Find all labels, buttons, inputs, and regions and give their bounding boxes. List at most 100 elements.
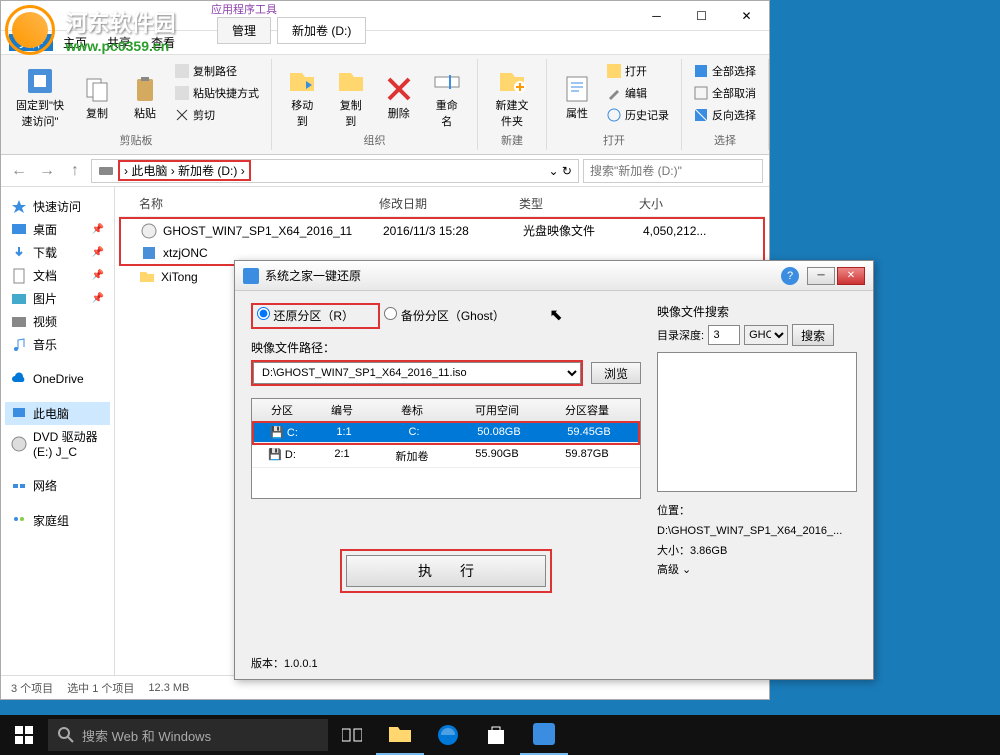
pin-button[interactable]: 固定到"快速访问" (9, 61, 71, 132)
ribbon: 固定到"快速访问" 复制 粘贴 复制路径 粘贴快捷方式 剪切 剪贴板 (1, 55, 769, 155)
path-icon (175, 64, 189, 78)
exe-icon (141, 245, 157, 261)
store-icon (485, 724, 507, 746)
selected-count: 选中 1 个项目 (67, 680, 134, 696)
document-icon (11, 268, 27, 284)
properties-button[interactable]: 属性 (555, 61, 599, 132)
backup-radio[interactable]: 备份分区（Ghost） (384, 309, 504, 323)
dialog-close-button[interactable]: ✕ (837, 267, 865, 285)
sidebar-network[interactable]: 网络 (5, 474, 110, 497)
select-none-button[interactable]: 全部取消 (690, 83, 760, 103)
rename-icon (431, 65, 463, 97)
taskbar-search[interactable]: 搜索 Web 和 Windows (48, 719, 328, 751)
col-date[interactable]: 修改日期 (379, 195, 519, 212)
move-icon (286, 65, 318, 97)
search-results-list[interactable] (657, 352, 857, 492)
copy-to-button[interactable]: 复制到 (329, 61, 374, 132)
search-icon (58, 727, 74, 743)
properties-icon (561, 73, 593, 105)
minimize-button[interactable]: ─ (634, 1, 679, 31)
folder-icon (139, 269, 155, 285)
browse-button[interactable]: 浏览 (591, 362, 641, 384)
ext-select[interactable]: GHO (744, 325, 788, 345)
dialog-minimize-button[interactable]: ─ (807, 267, 835, 285)
move-to-button[interactable]: 移动到 (280, 61, 325, 132)
cursor-icon: ⬉ (549, 307, 562, 324)
scissors-icon (175, 108, 189, 122)
paste-button[interactable]: 粘贴 (123, 61, 167, 132)
location-label: 位置： (657, 505, 690, 517)
task-view-button[interactable] (328, 715, 376, 755)
drive-icon: 💾 (270, 427, 284, 439)
size-label: 大小： (657, 545, 690, 557)
maximize-button[interactable]: ☐ (679, 1, 724, 31)
copy-button[interactable]: 复制 (75, 61, 119, 132)
partition-row-d[interactable]: 💾 D: 2:1 新加卷 55.90GB 59.87GB (252, 445, 640, 468)
depth-input[interactable] (708, 325, 740, 345)
manage-tab[interactable]: 管理 (217, 17, 271, 44)
select-all-button[interactable]: 全部选择 (690, 61, 760, 81)
open-icon (607, 64, 621, 78)
search-button[interactable]: 搜索 (792, 324, 834, 346)
forward-button[interactable]: → (35, 159, 59, 183)
rename-button[interactable]: 重命名 (425, 61, 470, 132)
edit-icon (607, 86, 621, 100)
delete-button[interactable]: 删除 (377, 61, 421, 132)
home-tab[interactable]: 主页 (53, 34, 97, 51)
breadcrumb[interactable]: › 此电脑 › 新加卷 (D:) › ⌄ ↻ (91, 159, 579, 183)
col-type[interactable]: 类型 (519, 195, 639, 212)
help-button[interactable]: ? (781, 267, 799, 285)
up-button[interactable]: ↑ (63, 159, 87, 183)
restore-radio[interactable]: 还原分区（R） (257, 309, 354, 323)
clipboard-group-label: 剪贴板 (9, 132, 263, 148)
invert-select-button[interactable]: 反向选择 (690, 105, 760, 125)
windows-icon (15, 726, 33, 744)
copy-path-button[interactable]: 复制路径 (171, 61, 263, 81)
execute-button[interactable]: 执 行 (346, 555, 546, 587)
sidebar-documents[interactable]: 文档📌 (5, 264, 110, 287)
image-path-combo[interactable]: D:\GHOST_WIN7_SP1_X64_2016_11.iso (253, 362, 581, 384)
partition-row-c[interactable]: 💾 C: 1:1 C: 50.08GB 59.45GB (254, 423, 638, 443)
sidebar-pictures[interactable]: 图片📌 (5, 287, 110, 310)
cut-button[interactable]: 剪切 (171, 105, 263, 125)
sidebar-onedrive[interactable]: OneDrive (5, 368, 110, 390)
file-menu[interactable]: 文件 (9, 34, 53, 51)
paste-icon (129, 73, 161, 105)
advanced-toggle[interactable]: 高级 ⌄ (657, 561, 857, 581)
pc-icon (11, 406, 27, 422)
open-button[interactable]: 打开 (603, 61, 673, 81)
column-headers: 名称 修改日期 类型 大小 (119, 191, 765, 217)
sidebar-downloads[interactable]: 下载📌 (5, 241, 110, 264)
sidebar-dvd[interactable]: DVD 驱动器 (E:) J_C (5, 425, 110, 462)
homegroup-icon (11, 513, 27, 529)
file-row[interactable]: GHOST_WIN7_SP1_X64_2016_11 2016/11/3 15:… (121, 219, 763, 242)
col-size[interactable]: 大小 (639, 195, 739, 212)
history-button[interactable]: 历史记录 (603, 105, 673, 125)
col-name[interactable]: 名称 (139, 195, 379, 212)
edge-taskbar-button[interactable] (424, 715, 472, 755)
sidebar-desktop[interactable]: 桌面📌 (5, 218, 110, 241)
close-button[interactable]: ✕ (724, 1, 769, 31)
th-partition: 分区 (252, 399, 312, 421)
new-folder-button[interactable]: 新建文件夹 (486, 61, 538, 132)
new-folder-icon (496, 65, 528, 97)
new-group-label: 新建 (486, 132, 538, 148)
sidebar-quick-access[interactable]: 快速访问 (5, 195, 110, 218)
paste-shortcut-button[interactable]: 粘贴快捷方式 (171, 83, 263, 103)
breadcrumb-highlight: › 此电脑 › 新加卷 (D:) › (118, 160, 251, 181)
sidebar-videos[interactable]: 视频 (5, 310, 110, 333)
sidebar-music[interactable]: 音乐 (5, 333, 110, 356)
ghost-app-taskbar-button[interactable] (520, 715, 568, 755)
store-taskbar-button[interactable] (472, 715, 520, 755)
edit-button[interactable]: 编辑 (603, 83, 673, 103)
app-icon (243, 268, 259, 284)
explorer-taskbar-button[interactable] (376, 715, 424, 755)
start-button[interactable] (0, 715, 48, 755)
share-tab[interactable]: 共享 (97, 34, 141, 51)
sidebar-this-pc[interactable]: 此电脑 (5, 402, 110, 425)
search-input[interactable] (583, 159, 763, 183)
delete-icon (383, 73, 415, 105)
back-button[interactable]: ← (7, 159, 31, 183)
sidebar-homegroup[interactable]: 家庭组 (5, 509, 110, 532)
view-tab[interactable]: 查看 (141, 34, 185, 51)
